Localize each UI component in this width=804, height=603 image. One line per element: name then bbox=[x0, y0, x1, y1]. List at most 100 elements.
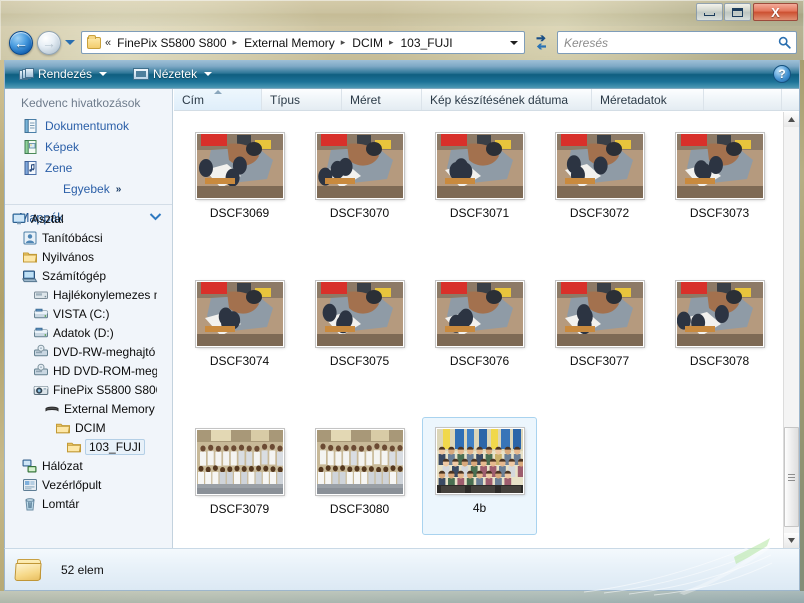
breadcrumb-item-dcim[interactable]: DCIM bbox=[348, 35, 387, 51]
recent-locations-dropdown[interactable] bbox=[65, 40, 75, 45]
forward-button[interactable]: → bbox=[37, 31, 61, 55]
sidebar-item-hd-dvd-rom-megh[interactable]: HD DVD-ROM-megh bbox=[5, 361, 157, 380]
organize-label: Rendezés bbox=[38, 67, 93, 81]
sidebar-item-documents[interactable]: Dokumentumok bbox=[23, 115, 172, 136]
breadcrumb-item-103-fuji[interactable]: 103_FUJI bbox=[397, 35, 457, 51]
thumbnail-image[interactable] bbox=[675, 281, 764, 347]
thumbnail-image[interactable] bbox=[315, 429, 404, 495]
thumbnail-image[interactable] bbox=[315, 133, 404, 199]
sidebar-item-nyilv-nos[interactable]: Nyilvános bbox=[5, 247, 157, 266]
thumbnail-item[interactable]: DSCF3071 bbox=[422, 129, 537, 234]
column-header-m-retadatok[interactable]: Méretadatok bbox=[592, 89, 704, 110]
sidebar-item-h-l-zat[interactable]: Hálózat bbox=[5, 456, 157, 475]
sidebar-more-button[interactable]: Egyebek » bbox=[23, 178, 172, 200]
sort-ascending-icon bbox=[213, 90, 222, 94]
breadcrumb-separator-icon[interactable]: ▸ bbox=[387, 37, 397, 48]
thumbnail-label: DSCF3080 bbox=[329, 502, 390, 516]
column-header-blank[interactable] bbox=[704, 89, 782, 110]
address-dropdown-button[interactable] bbox=[506, 32, 522, 53]
thumbnail-label: DSCF3079 bbox=[209, 502, 270, 516]
sidebar-item-label: Asztal bbox=[31, 211, 64, 226]
thumbnail-image[interactable] bbox=[315, 281, 404, 347]
sidebar-item-asztal[interactable]: Asztal bbox=[5, 209, 157, 228]
file-list-scrollbar[interactable] bbox=[783, 112, 799, 548]
thumbnail-item[interactable]: DSCF3075 bbox=[302, 277, 417, 382]
breadcrumb: « FinePix S5800 S800 ▸ External Memory ▸… bbox=[103, 35, 506, 51]
breadcrumb-separator-icon[interactable]: ▸ bbox=[339, 37, 349, 48]
thumbnail-item[interactable]: DSCF3076 bbox=[422, 277, 537, 382]
sidebar-item-lomt-r[interactable]: Lomtár bbox=[5, 494, 157, 513]
sidebar-item-finepix-s5800-s800[interactable]: FinePix S5800 S800 bbox=[5, 380, 157, 399]
thumbnail-item[interactable]: DSCF3073 bbox=[662, 129, 777, 234]
thumbnail-image[interactable] bbox=[675, 133, 764, 199]
help-icon: ? bbox=[778, 67, 786, 81]
search-box[interactable]: Keresés bbox=[557, 31, 797, 54]
sidebar-item-vez-rl-pult[interactable]: Vezérlőpult bbox=[5, 475, 157, 494]
scroll-up-button[interactable] bbox=[784, 112, 799, 127]
thumbnail-image[interactable] bbox=[195, 429, 284, 495]
scroll-down-button[interactable] bbox=[784, 533, 799, 548]
double-chevron-right-icon: » bbox=[115, 183, 122, 195]
sidebar-item-external-memory[interactable]: External Memory bbox=[5, 399, 157, 418]
sidebar-item-pictures[interactable]: Képek bbox=[23, 136, 172, 157]
thumbnail-item[interactable]: 4b bbox=[422, 417, 537, 535]
column-header-c-m[interactable]: Cím bbox=[174, 89, 262, 110]
sidebar-item-103-fuji[interactable]: 103_FUJI bbox=[5, 437, 157, 456]
thumbnail-item[interactable]: DSCF3080 bbox=[302, 425, 417, 530]
desktop-icon bbox=[11, 211, 27, 227]
breadcrumb-item-device[interactable]: FinePix S5800 S800 bbox=[113, 35, 230, 51]
folder-icon bbox=[55, 420, 71, 436]
sidebar-item-tan-t-b-csi[interactable]: Tanítóbácsi bbox=[5, 228, 157, 247]
sidebar-item-label: 103_FUJI bbox=[85, 438, 146, 455]
minimize-button[interactable] bbox=[696, 3, 723, 21]
breadcrumb-overflow-icon[interactable]: « bbox=[103, 36, 113, 50]
sidebar-item-music[interactable]: Zene bbox=[23, 157, 172, 178]
optical-drive-icon bbox=[33, 363, 49, 379]
organize-button[interactable]: Rendezés bbox=[13, 63, 113, 85]
thumbnail-item[interactable]: DSCF3072 bbox=[542, 129, 657, 234]
sidebar-item-label: Lomtár bbox=[42, 496, 80, 511]
thumbnail-image[interactable] bbox=[435, 281, 524, 347]
address-bar[interactable]: « FinePix S5800 S800 ▸ External Memory ▸… bbox=[81, 31, 525, 54]
refresh-button[interactable] bbox=[529, 31, 553, 54]
scrollbar-thumb[interactable] bbox=[784, 427, 799, 527]
music-icon bbox=[23, 160, 39, 176]
thumbnail-image[interactable] bbox=[435, 428, 524, 494]
sidebar-item-sz-m-t-g-p[interactable]: Számítógép bbox=[5, 266, 157, 285]
maximize-button[interactable] bbox=[724, 3, 751, 21]
folder-tree: Asztal Tanítóbácsi Nyilvános Számítógép Hajl… bbox=[5, 209, 157, 548]
thumbnail-image[interactable] bbox=[555, 281, 644, 347]
sidebar-item-dvd-rw-meghajt[interactable]: DVD-RW-meghajtó ( bbox=[5, 342, 157, 361]
help-button[interactable]: ? bbox=[773, 65, 791, 83]
close-button[interactable]: X bbox=[753, 3, 798, 21]
thumbnail-image[interactable] bbox=[435, 133, 524, 199]
thumbnail-item[interactable]: DSCF3074 bbox=[182, 277, 297, 382]
thumbnail-item[interactable]: DSCF3077 bbox=[542, 277, 657, 382]
breadcrumb-item-external-memory[interactable]: External Memory bbox=[240, 35, 339, 51]
item-count-label: 52 elem bbox=[61, 562, 104, 577]
back-button[interactable]: ← bbox=[9, 31, 33, 55]
column-header-m-ret[interactable]: Méret bbox=[342, 89, 422, 110]
thumbnail-image[interactable] bbox=[555, 133, 644, 199]
close-icon: X bbox=[771, 4, 780, 20]
optical-drive-icon bbox=[33, 344, 49, 360]
camera-icon bbox=[33, 382, 49, 398]
sidebar-item-dcim[interactable]: DCIM bbox=[5, 418, 157, 437]
thumbnail-item[interactable]: DSCF3078 bbox=[662, 277, 777, 382]
sidebar-item-adatok-d[interactable]: Adatok (D:) bbox=[5, 323, 157, 342]
thumbnail-image[interactable] bbox=[195, 281, 284, 347]
sidebar-item-vista-c[interactable]: VISTA (C:) bbox=[5, 304, 157, 323]
thumbnail-item[interactable]: DSCF3070 bbox=[302, 129, 417, 234]
thumbnail-item[interactable]: DSCF3069 bbox=[182, 129, 297, 234]
sidebar-item-hajl-konylemezes-m[interactable]: Hajlékonylemezes m bbox=[5, 285, 157, 304]
column-header-t-pus[interactable]: Típus bbox=[262, 89, 342, 110]
column-header-k-p-k-sz-t-s-nek-d-tuma[interactable]: Kép készítésének dátuma bbox=[422, 89, 592, 110]
breadcrumb-separator-icon[interactable]: ▸ bbox=[231, 37, 241, 48]
navigation-bar: ← → « FinePix S5800 S800 ▸ External Memo… bbox=[0, 26, 804, 60]
search-input[interactable]: Keresés bbox=[562, 36, 776, 50]
thumbnail-item[interactable]: DSCF3079 bbox=[182, 425, 297, 530]
pictures-icon bbox=[23, 139, 39, 155]
thumbnail-image[interactable] bbox=[195, 133, 284, 199]
views-button[interactable]: Nézetek bbox=[127, 63, 218, 85]
forward-arrow-icon: → bbox=[42, 35, 56, 51]
